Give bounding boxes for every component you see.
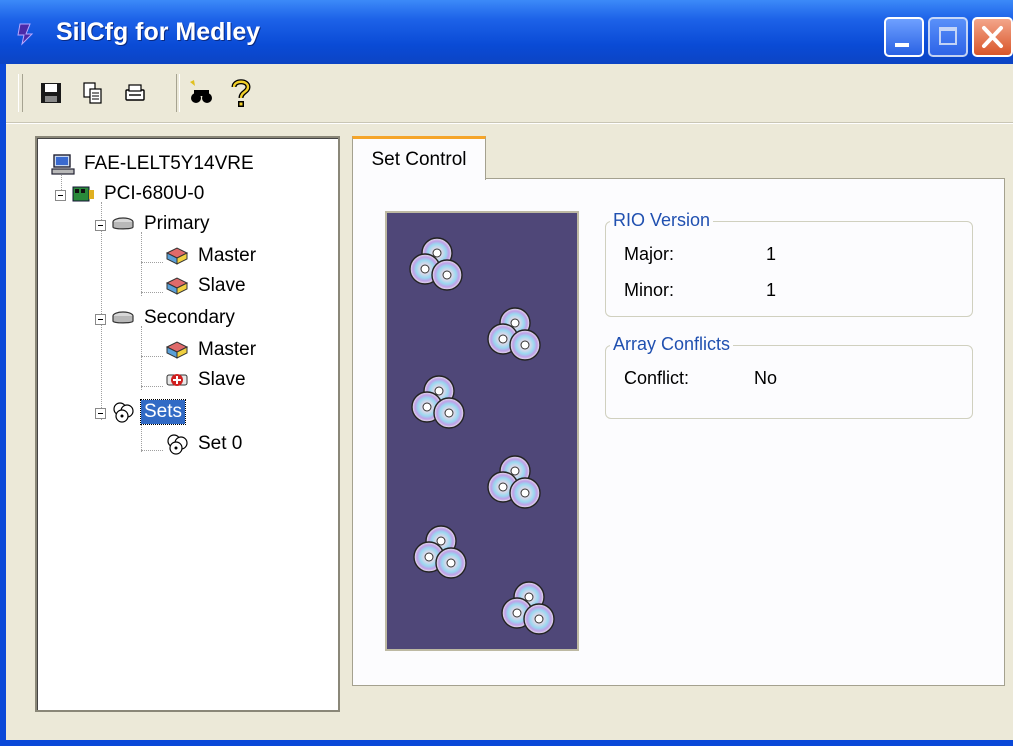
question-mark-icon	[231, 79, 251, 107]
tree-label-slave: Slave	[198, 275, 246, 296]
binoculars-icon	[190, 80, 212, 103]
tree-label-slave: Slave	[198, 369, 246, 390]
major-label: Major:	[624, 244, 675, 264]
tree-item-computer[interactable]: FAE-LELT5Y14VRE	[51, 150, 257, 178]
device-tree[interactable]: FAE-LELT5Y14VRE PCI-680U-0 Primary Maste…	[35, 136, 340, 712]
help-button[interactable]	[226, 78, 256, 108]
maximize-icon	[939, 27, 957, 45]
disc-set-icon	[167, 434, 188, 455]
find-button[interactable]	[186, 78, 216, 108]
tree-item-sets[interactable]: Sets	[111, 398, 187, 426]
close-icon	[982, 26, 1003, 48]
tree-item-primary-slave[interactable]: Slave	[165, 272, 249, 300]
minimize-icon	[895, 43, 909, 47]
maximize-button[interactable]	[928, 17, 968, 57]
app-window: SilCfg for Medley FAE-LELT5Y14VRE PCI-68…	[0, 0, 1013, 746]
rio-version-title: RIO Version	[610, 210, 714, 231]
tree-label-master: Master	[198, 339, 257, 360]
tree-label-primary: Primary	[144, 213, 210, 234]
tree-line	[141, 292, 163, 293]
major-value: 1	[766, 244, 777, 264]
tree-line	[141, 262, 163, 263]
save-button[interactable]	[36, 78, 66, 108]
set-illustration	[385, 211, 579, 651]
collapse-toggle[interactable]	[55, 190, 66, 201]
tree-item-primary[interactable]: Primary	[111, 210, 212, 238]
copy-icon	[83, 82, 102, 104]
tree-label-secondary: Secondary	[144, 307, 235, 328]
tree-line	[101, 202, 102, 420]
print-button[interactable]	[120, 78, 150, 108]
minor-label: Minor:	[624, 280, 675, 300]
cd-stack-icon	[481, 301, 549, 369]
controller-card-icon	[72, 186, 94, 202]
cd-stack-icon	[403, 231, 471, 299]
tree-label-master: Master	[198, 245, 257, 266]
cd-stack-icon	[495, 575, 563, 643]
app-icon	[17, 23, 34, 46]
drive-icon	[165, 247, 189, 265]
tree-item-secondary[interactable]: Secondary	[111, 304, 238, 332]
array-conflicts-group: Array Conflicts Conflict: No	[605, 334, 973, 419]
tree-item-controller[interactable]: PCI-680U-0	[71, 180, 207, 208]
toolbar-separator	[176, 74, 180, 112]
tree-line	[141, 326, 142, 390]
tab-control: Set Control RIO Version Major: 1 Minor: …	[352, 136, 1005, 686]
array-conflicts-title: Array Conflicts	[610, 334, 734, 355]
printer-icon	[125, 84, 145, 101]
tree-line	[141, 232, 142, 296]
tree-item-secondary-master[interactable]: Master	[165, 336, 259, 364]
tree-line	[141, 356, 163, 357]
copy-button[interactable]	[78, 78, 108, 108]
channel-icon	[112, 217, 134, 230]
toolbar-divider	[6, 122, 1013, 124]
cd-stack-icon	[481, 449, 549, 517]
floppy-disk-icon	[41, 83, 61, 103]
toolbar-grip[interactable]	[18, 74, 23, 112]
minor-value: 1	[766, 280, 777, 300]
computer-icon	[51, 154, 75, 175]
toolbar	[6, 64, 1013, 120]
drive-icon	[165, 277, 189, 295]
tree-label-controller: PCI-680U-0	[104, 183, 205, 204]
collapse-toggle[interactable]	[95, 220, 106, 231]
cd-stack-icon	[407, 519, 475, 587]
tree-label-set-0: Set 0	[198, 433, 243, 454]
title-bar[interactable]: SilCfg for Medley	[0, 0, 1013, 64]
tree-label-sets: Sets	[139, 399, 187, 425]
collapse-toggle[interactable]	[95, 408, 106, 419]
conflict-value: No	[754, 368, 778, 388]
rio-version-group: RIO Version Major: 1 Minor: 1	[605, 210, 973, 317]
tree-label-computer: FAE-LELT5Y14VRE	[84, 153, 254, 174]
window-title: SilCfg for Medley	[56, 18, 261, 46]
tree-item-set-0[interactable]: Set 0	[165, 430, 245, 458]
minimize-button[interactable]	[884, 17, 924, 57]
close-button[interactable]	[972, 17, 1013, 57]
tree-line	[141, 450, 163, 451]
collapse-toggle[interactable]	[95, 314, 106, 325]
tree-line	[141, 386, 163, 387]
conflict-label: Conflict:	[624, 368, 690, 388]
tab-set-control[interactable]: Set Control	[352, 136, 486, 180]
device-warning-icon	[166, 374, 188, 386]
channel-icon	[112, 311, 134, 324]
cd-stack-icon	[405, 369, 473, 437]
tab-pane-set-control: RIO Version Major: 1 Minor: 1 Array Conf…	[352, 178, 1005, 686]
disc-set-icon	[113, 402, 134, 423]
drive-icon	[165, 341, 189, 359]
client-area: FAE-LELT5Y14VRE PCI-680U-0 Primary Maste…	[6, 64, 1013, 740]
tree-item-secondary-slave[interactable]: Slave	[165, 366, 249, 394]
tree-item-primary-master[interactable]: Master	[165, 242, 259, 270]
